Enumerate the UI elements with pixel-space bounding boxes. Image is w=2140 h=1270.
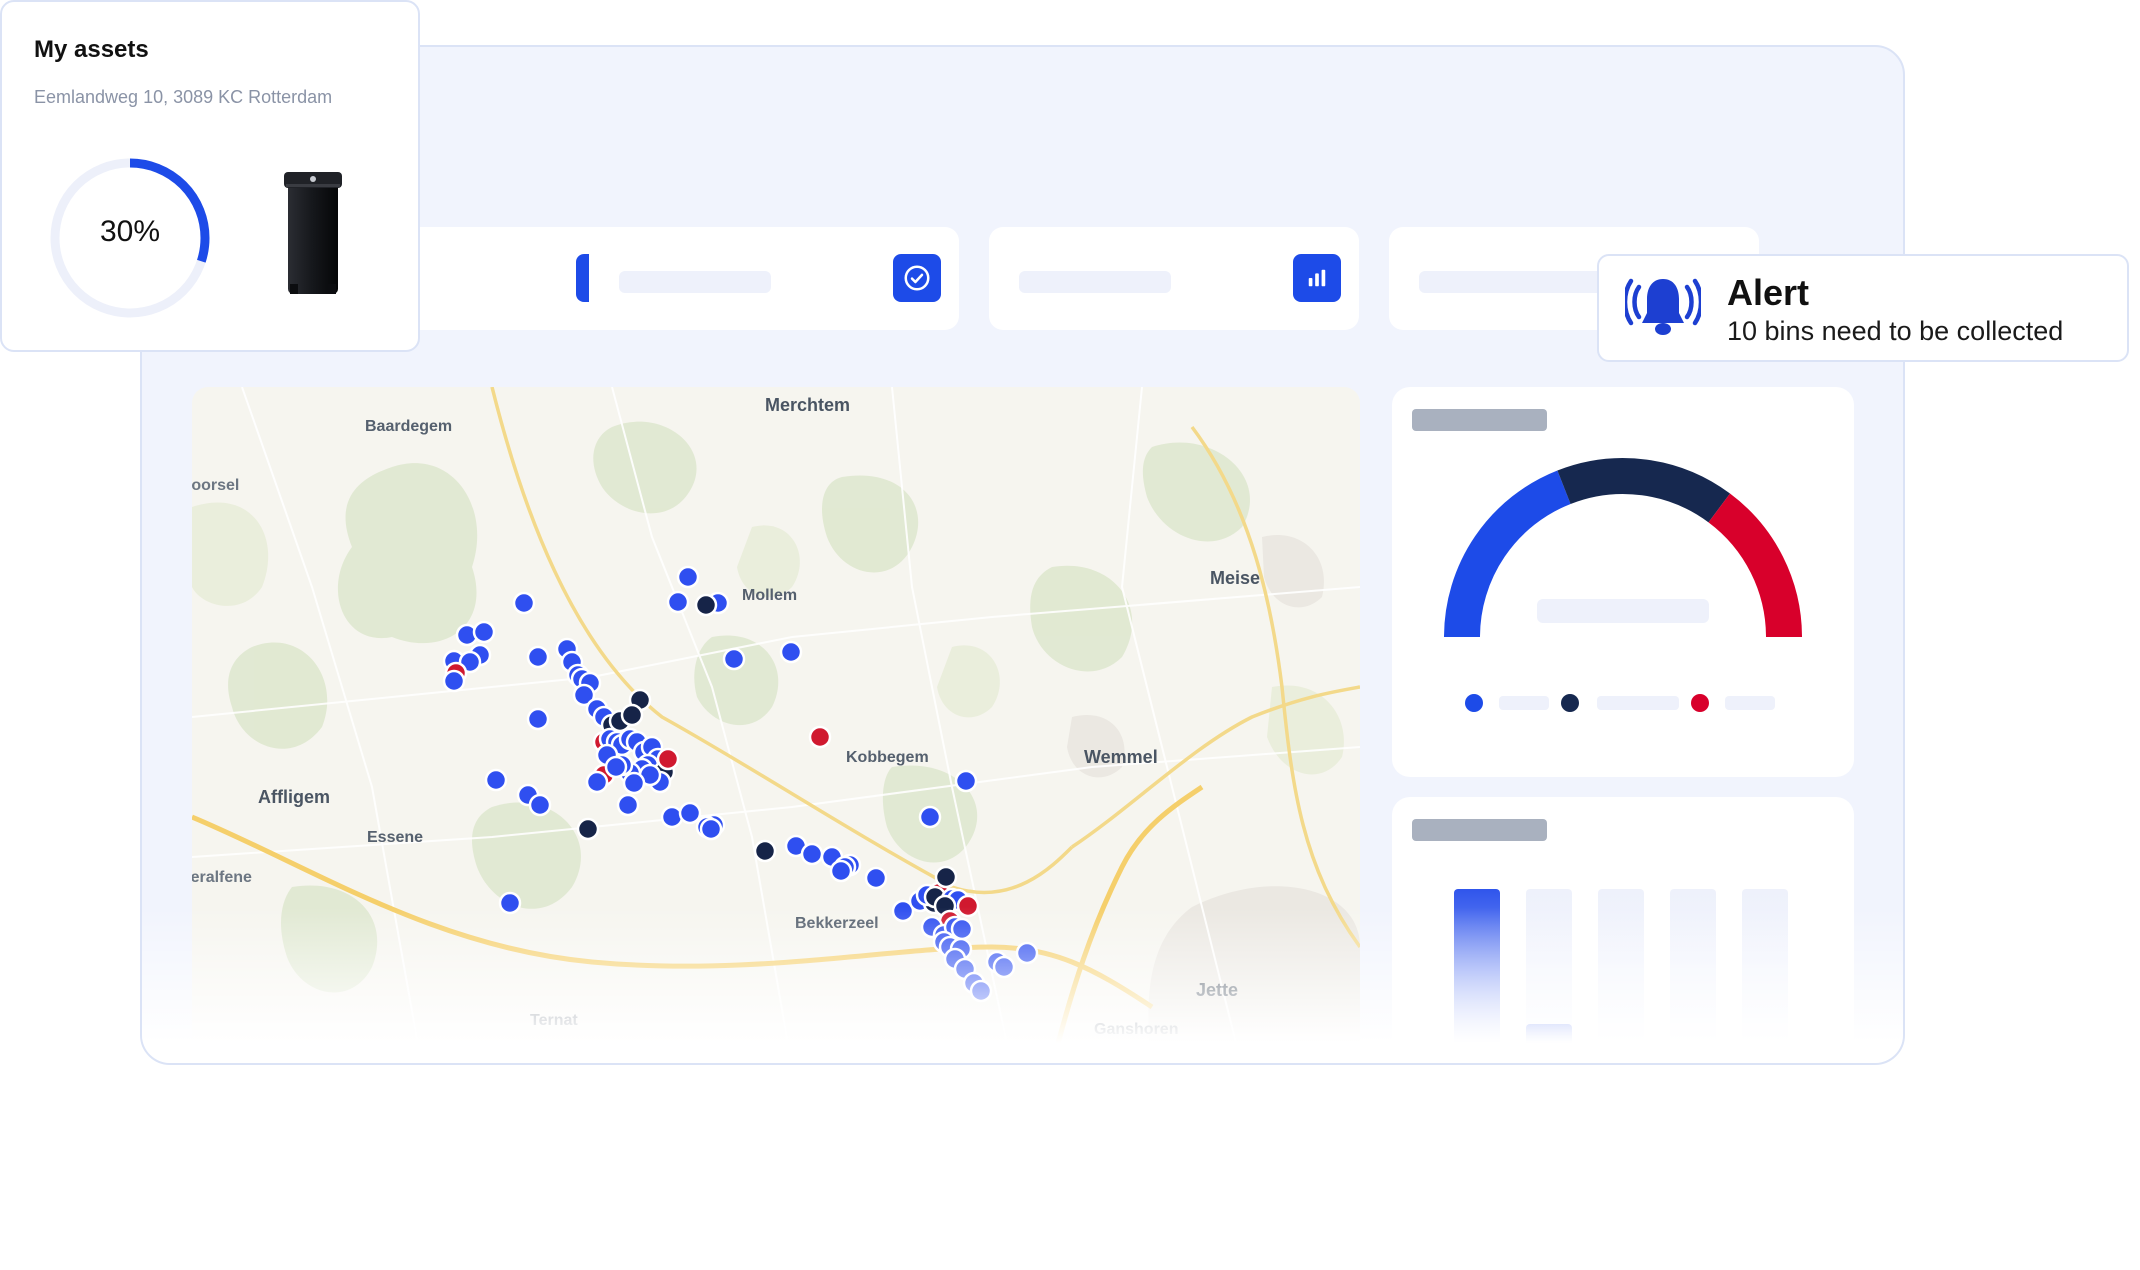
bin-marker[interactable]	[622, 771, 646, 795]
bin-marker[interactable]	[585, 770, 609, 794]
stat-value-placeholder	[619, 271, 771, 293]
bin-marker[interactable]	[512, 591, 536, 615]
bin-marker[interactable]	[526, 645, 550, 669]
bin-marker[interactable]	[576, 817, 600, 841]
stat-value-placeholder	[1019, 271, 1171, 293]
bin-marker[interactable]	[1015, 941, 1039, 965]
my-assets-card[interactable]: My assets Eemlandweg 10, 3089 KC Rotterd…	[0, 0, 420, 352]
bar-track	[1454, 889, 1500, 1063]
bin-marker[interactable]	[699, 817, 723, 841]
bar-track	[1526, 889, 1572, 1063]
bar-track	[1598, 889, 1644, 1063]
bar-fill	[1526, 1024, 1572, 1063]
alert-title: Alert	[1727, 272, 1810, 313]
bin-marker[interactable]	[969, 979, 993, 1003]
legend-label-placeholder	[1725, 696, 1775, 710]
bin-marker[interactable]	[484, 768, 508, 792]
bin-marker[interactable]	[616, 793, 640, 817]
fill-level-gauge	[1444, 458, 1802, 638]
legend-dot-full	[1561, 694, 1579, 712]
panel-title-placeholder	[1412, 819, 1547, 841]
stat-card-completed[interactable]	[589, 227, 959, 330]
bin-marker[interactable]	[694, 593, 718, 617]
bin-marker[interactable]	[808, 725, 832, 749]
bin-marker[interactable]	[829, 859, 853, 883]
bin-marker[interactable]	[954, 769, 978, 793]
bin-marker[interactable]	[528, 793, 552, 817]
bin-marker[interactable]	[753, 839, 777, 863]
fill-level-gauge-panel	[1392, 387, 1854, 777]
bin-marker[interactable]	[950, 917, 974, 941]
legend-dot-normal	[1465, 694, 1483, 712]
bin-marker[interactable]	[660, 805, 684, 829]
bin-marker[interactable]	[666, 590, 690, 614]
stat-value-placeholder	[1419, 271, 1609, 293]
bar-fill	[1454, 889, 1500, 1063]
map-markers[interactable]	[192, 387, 1360, 1065]
bin-marker[interactable]	[676, 565, 700, 589]
bin-marker[interactable]	[526, 707, 550, 731]
bin-marker[interactable]	[498, 891, 522, 915]
bar-chart-panel	[1392, 797, 1854, 1063]
bin-marker[interactable]	[604, 755, 628, 779]
bin-marker[interactable]	[656, 747, 680, 771]
panel-title-placeholder	[1412, 409, 1547, 431]
bin-marker[interactable]	[800, 842, 824, 866]
bar-track	[1742, 889, 1788, 1063]
alert-message: 10 bins need to be collected	[1727, 316, 2064, 346]
bin-marker[interactable]	[934, 865, 958, 889]
check-circle-icon[interactable]	[893, 254, 941, 302]
bar-track	[1670, 889, 1716, 1063]
bin-marker[interactable]	[472, 620, 496, 644]
bin-marker[interactable]	[779, 640, 803, 664]
bins-map[interactable]: Merchtem Baardegem Moorsel Mollem Meise …	[192, 387, 1360, 1065]
legend-dot-alert	[1691, 694, 1709, 712]
bar-fill	[1598, 1045, 1644, 1063]
bin-marker[interactable]	[918, 805, 942, 829]
legend-label-placeholder	[1499, 696, 1549, 710]
asset-address: Eemlandweg 10, 3089 KC Rotterdam	[34, 87, 333, 107]
bin-marker[interactable]	[992, 955, 1016, 979]
assets-title: My assets	[34, 36, 149, 63]
legend-label-placeholder	[1597, 696, 1679, 710]
waste-bin-image	[284, 172, 342, 294]
bin-marker[interactable]	[678, 801, 702, 825]
bin-marker[interactable]	[956, 894, 980, 918]
bin-marker[interactable]	[722, 647, 746, 671]
bell-ringing-icon	[1625, 278, 1701, 335]
gauge-value-placeholder	[1537, 599, 1709, 623]
bin-marker[interactable]	[442, 669, 466, 693]
stat-card-statistics[interactable]	[989, 227, 1359, 330]
alert-notification[interactable]: Alert 10 bins need to be collected	[1597, 254, 2129, 362]
fill-level-percent: 30%	[99, 215, 161, 248]
bin-marker[interactable]	[864, 866, 888, 890]
bin-marker[interactable]	[620, 703, 644, 727]
bar-chart-icon[interactable]	[1293, 254, 1341, 302]
gauge-segment-full	[1557, 458, 1731, 523]
gauge-segment-alert	[1708, 493, 1802, 638]
